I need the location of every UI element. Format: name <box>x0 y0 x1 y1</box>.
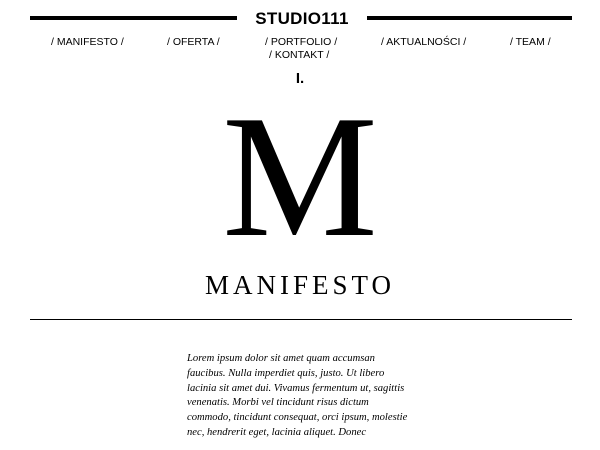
header-rule-left <box>30 16 237 20</box>
nav-link-oferta[interactable]: / OFERTA / <box>167 36 220 48</box>
nav-link-kontakt[interactable]: / KONTAKT / <box>269 49 329 61</box>
nav-link-team[interactable]: / TEAM / <box>510 36 551 48</box>
header-rule-right <box>367 16 572 20</box>
section-initial-letter: M <box>222 79 378 273</box>
section-title: MANIFESTO <box>204 270 396 300</box>
manifesto-body-text: Lorem ipsum dolor sit amet quam accumsan… <box>187 353 408 438</box>
section-divider <box>30 319 572 320</box>
nav-link-portfolio[interactable]: / PORTFOLIO / <box>265 36 337 48</box>
site-logo[interactable]: STUDIO111 <box>237 9 367 29</box>
nav-link-manifesto[interactable]: / MANIFESTO / <box>51 36 124 48</box>
nav-link-aktualnosci[interactable]: / AKTUALNOŚCI / <box>381 36 466 48</box>
